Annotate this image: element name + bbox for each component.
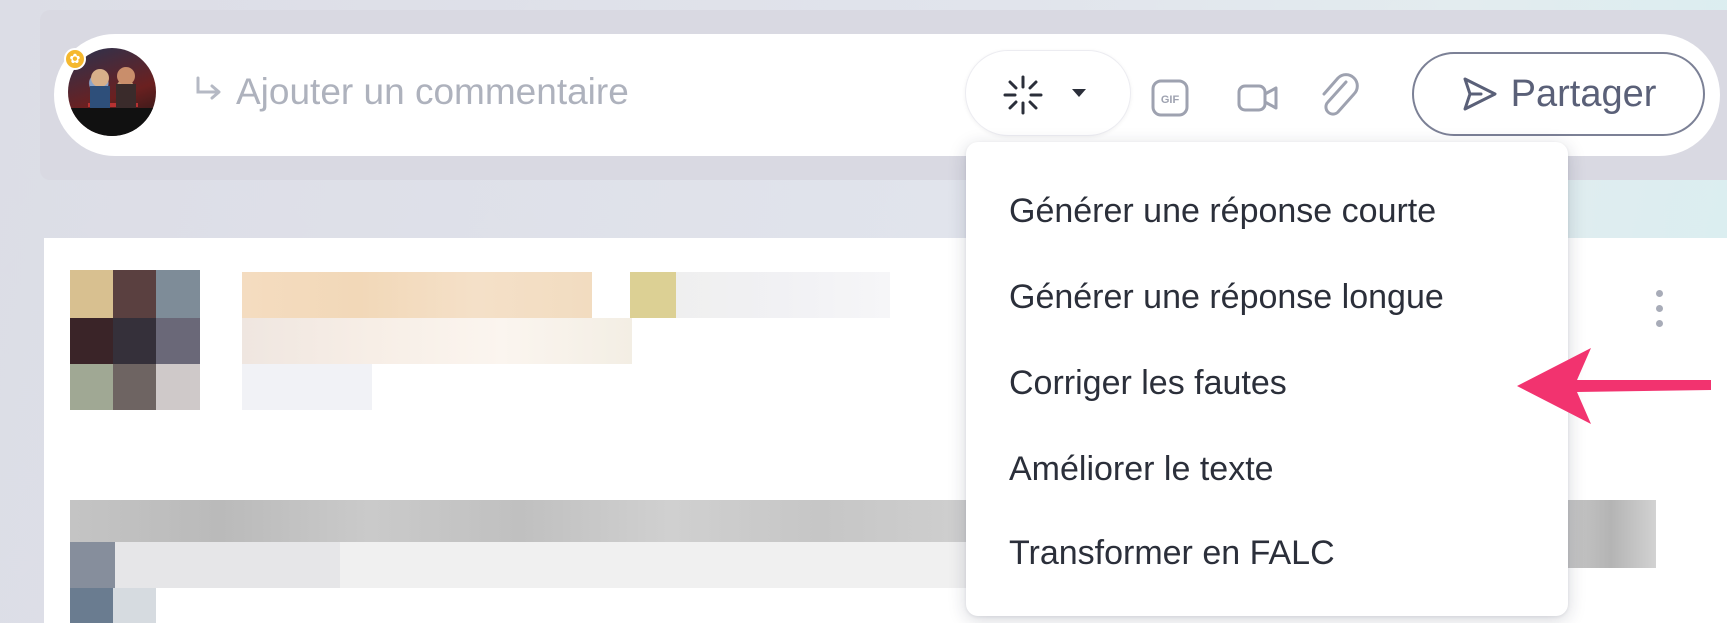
menu-item-falc[interactable]: Transformer en FALC <box>1009 534 1335 573</box>
reply-arrow-icon <box>196 76 221 100</box>
menu-item-short-reply[interactable]: Générer une réponse courte <box>1009 192 1436 231</box>
ai-actions-dropdown: Générer une réponse courte Générer une r… <box>966 142 1568 616</box>
gif-icon[interactable]: GIF <box>1150 78 1190 118</box>
menu-item-long-reply[interactable]: Générer une réponse longue <box>1009 278 1444 317</box>
share-button[interactable]: Partager <box>1412 52 1705 136</box>
ai-assistant-button[interactable] <box>965 50 1131 136</box>
flower-badge-icon: ✿ <box>64 48 86 70</box>
sparkle-icon <box>1003 75 1043 115</box>
video-camera-icon[interactable] <box>1236 80 1280 116</box>
menu-item-fix-mistakes[interactable]: Corriger les fautes <box>1009 364 1287 403</box>
paperclip-icon[interactable] <box>1316 72 1362 120</box>
more-vertical-icon[interactable] <box>1654 290 1664 330</box>
svg-text:GIF: GIF <box>1161 94 1180 106</box>
caret-down-icon <box>1072 89 1086 97</box>
menu-item-improve-text[interactable]: Améliorer le texte <box>1009 450 1274 489</box>
pointer-arrow-icon <box>1517 348 1711 424</box>
comment-input[interactable] <box>236 68 936 116</box>
send-icon <box>1463 77 1497 111</box>
share-button-label: Partager <box>1510 72 1657 115</box>
